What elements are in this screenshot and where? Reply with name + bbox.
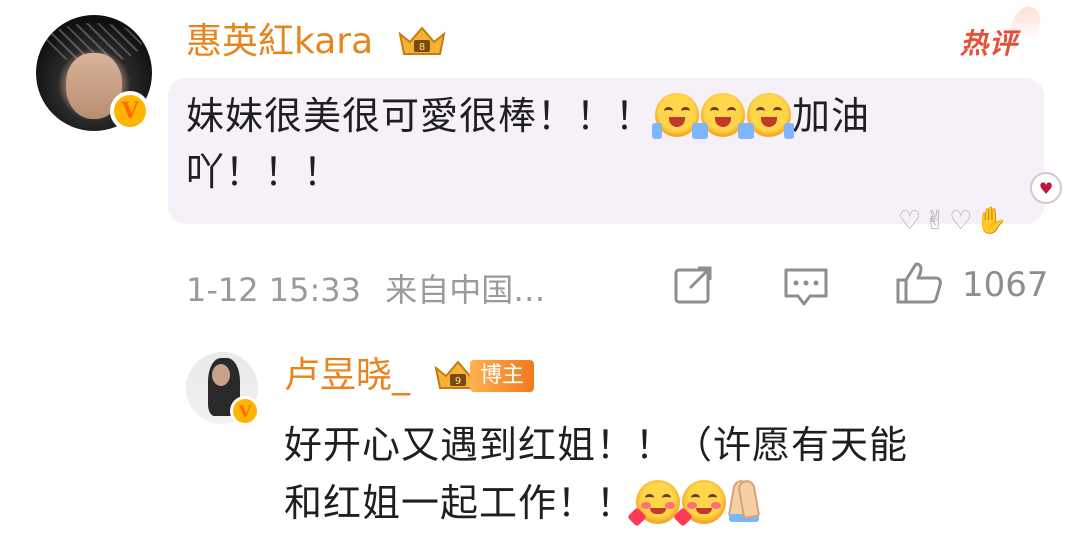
verified-badge-icon: V [230, 396, 260, 426]
like-count: 1067 [962, 265, 1049, 305]
comment-timestamp: 1-12 15:33 [186, 271, 362, 309]
author-tag-badge: 博主 [470, 360, 535, 392]
cheer-emoji-icon [698, 93, 749, 139]
reply-text-line2: 和红姐一起工作！！ [284, 481, 636, 525]
pray-emoji-icon [727, 482, 761, 522]
comment-meta: 1-12 15:33 来自中国… [186, 265, 545, 311]
svg-text:9: 9 [455, 376, 461, 387]
comment-text-after-emoji: 加油 [792, 94, 871, 138]
cheer-emoji-icon [652, 93, 703, 139]
hot-comment-badge: 热评 [960, 27, 1019, 60]
svg-text:8: 8 [419, 42, 425, 53]
thumbs-up-like-icon[interactable] [894, 260, 944, 306]
share-icon[interactable] [672, 264, 716, 308]
comment-text-line1: 妹妹很美很可愛很棒！！！ [186, 94, 655, 138]
reply-text-line1: 好开心又遇到红姐！！（许愿有天能 [284, 423, 909, 467]
comment-text-line2: 吖！！！ [186, 150, 343, 194]
reply-username[interactable]: 卢昱晓_ [284, 356, 410, 396]
verified-badge-icon: V [110, 91, 150, 131]
crown-member-icon[interactable]: 8 [396, 24, 448, 60]
hand-gesture-stickers-icon: ♡✌♡✋ [898, 206, 1011, 236]
comment-source: 来自中国… [385, 271, 546, 309]
cheer-emoji-icon [744, 93, 795, 139]
comment-text[interactable]: 妹妹很美很可愛很棒！！！ 加油 吖！！！ [186, 88, 1026, 200]
reply-comment-icon[interactable] [782, 264, 830, 308]
heart-sticker-icon: ♥ [1030, 172, 1062, 204]
commenter-username[interactable]: 惠英紅kara [186, 22, 373, 62]
love-emoji-icon [673, 480, 727, 527]
reply-text[interactable]: 好开心又遇到红姐！！（许愿有天能 和红姐一起工作！！ [284, 416, 1044, 532]
